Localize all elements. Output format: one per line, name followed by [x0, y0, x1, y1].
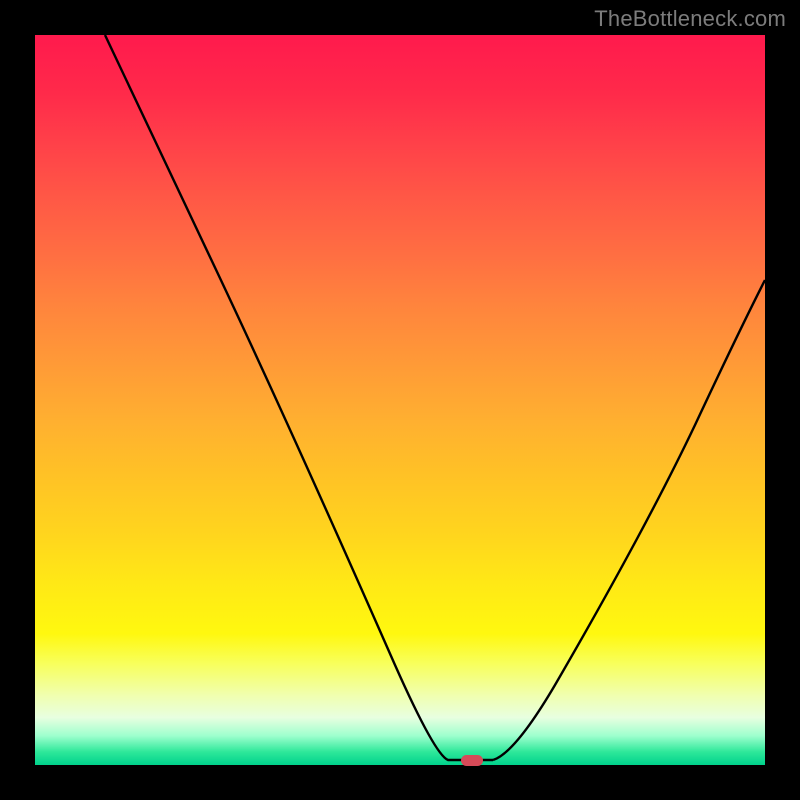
- optimal-marker-icon: [461, 755, 483, 766]
- curve-right: [493, 280, 765, 760]
- bottleneck-curve: [35, 35, 765, 765]
- curve-left: [105, 35, 493, 760]
- chart-container: TheBottleneck.com: [0, 0, 800, 800]
- watermark-text: TheBottleneck.com: [594, 6, 786, 32]
- plot-area: [35, 35, 765, 765]
